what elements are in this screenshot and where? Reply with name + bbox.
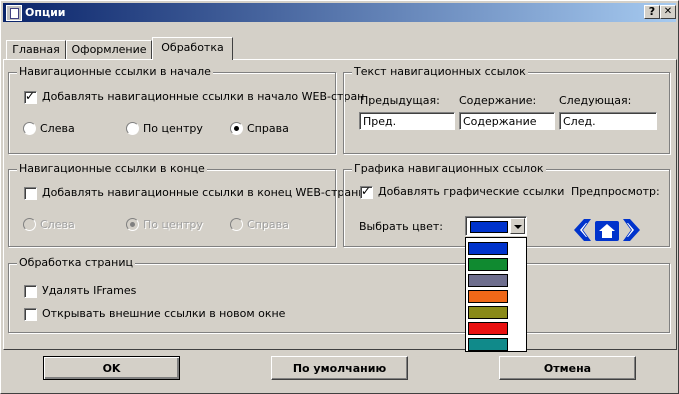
start-links-checkbox-label: Добавлять навигационные ссылки в начало … [42,90,365,103]
tab-design[interactable]: Оформление [66,40,152,59]
next-text-input[interactable]: След. [559,112,657,130]
help-button[interactable]: ? [644,5,660,19]
chevron-down-icon[interactable] [510,218,525,234]
end-left-label: Слева [40,218,75,231]
color-dropdown-list [465,237,527,352]
remove-iframes-checkbox[interactable] [24,285,37,298]
contents-text-input[interactable]: Содержание [459,112,555,130]
graphics-checkbox-label: Добавлять графические ссылки [378,185,565,198]
end-center-label: По центру [143,218,203,231]
title-bar: Опции ? ✕ [3,3,676,22]
group-title: Обработка страниц [17,256,135,269]
home-icon [595,221,619,241]
cancel-button[interactable]: Отмена [499,356,636,380]
end-center-radio[interactable] [126,218,139,231]
end-right-label: Справа [247,218,289,231]
next-label: Следующая: [559,94,632,107]
start-right-label: Справа [247,122,289,135]
remove-iframes-label: Удалять IFrames [42,284,137,297]
window-title: Опции [25,6,66,19]
color-label: Выбрать цвет: [359,220,443,233]
preview-label: Предпросмотр: [571,185,660,198]
end-right-radio[interactable] [230,218,243,231]
start-left-radio[interactable] [23,122,36,135]
end-left-radio[interactable] [23,218,36,231]
arrow-left-icon [574,219,591,241]
color-select[interactable] [465,216,527,236]
start-right-radio[interactable] [230,122,243,135]
color-option[interactable] [468,274,508,287]
close-button[interactable]: ✕ [660,5,676,19]
selected-color-swatch [470,221,508,233]
page-processing-group: Обработка страниц [8,256,670,333]
prev-text-input[interactable]: Пред. [359,112,455,130]
group-title: Текст навигационных ссылок [352,65,528,78]
default-button[interactable]: По умолчанию [271,356,408,380]
group-title: Навигационные ссылки в начале [17,65,213,78]
start-left-label: Слева [40,122,75,135]
group-title: Навигационные ссылки в конце [17,162,207,175]
open-external-label: Открывать внешние ссылки в новом окне [42,307,286,320]
arrow-right-icon [623,219,640,241]
tab-main[interactable]: Главная [6,40,66,59]
end-links-checkbox[interactable] [24,187,37,200]
start-links-group: Навигационные ссылки в начале [8,65,336,154]
tab-processing[interactable]: Обработка [152,37,233,60]
color-option[interactable] [468,322,508,335]
prev-label: Предыдущая: [360,94,440,107]
app-icon [6,5,22,21]
color-option[interactable] [468,258,508,271]
color-option[interactable] [468,338,508,351]
open-external-checkbox[interactable] [24,308,37,321]
nav-preview [574,219,640,241]
color-option[interactable] [468,290,508,303]
color-option[interactable] [468,306,508,319]
start-center-label: По центру [143,122,203,135]
group-title: Графика навигационных ссылок [352,162,546,175]
end-links-checkbox-label: Добавлять навигационные ссылки в конец W… [42,186,366,199]
graphics-checkbox[interactable] [360,184,373,199]
ok-button[interactable]: OK [43,356,180,380]
end-links-group: Навигационные ссылки в конце [8,162,336,247]
start-links-checkbox[interactable] [24,89,37,104]
color-option[interactable] [468,242,508,255]
start-center-radio[interactable] [126,122,139,135]
contents-label: Содержание: [459,94,537,107]
